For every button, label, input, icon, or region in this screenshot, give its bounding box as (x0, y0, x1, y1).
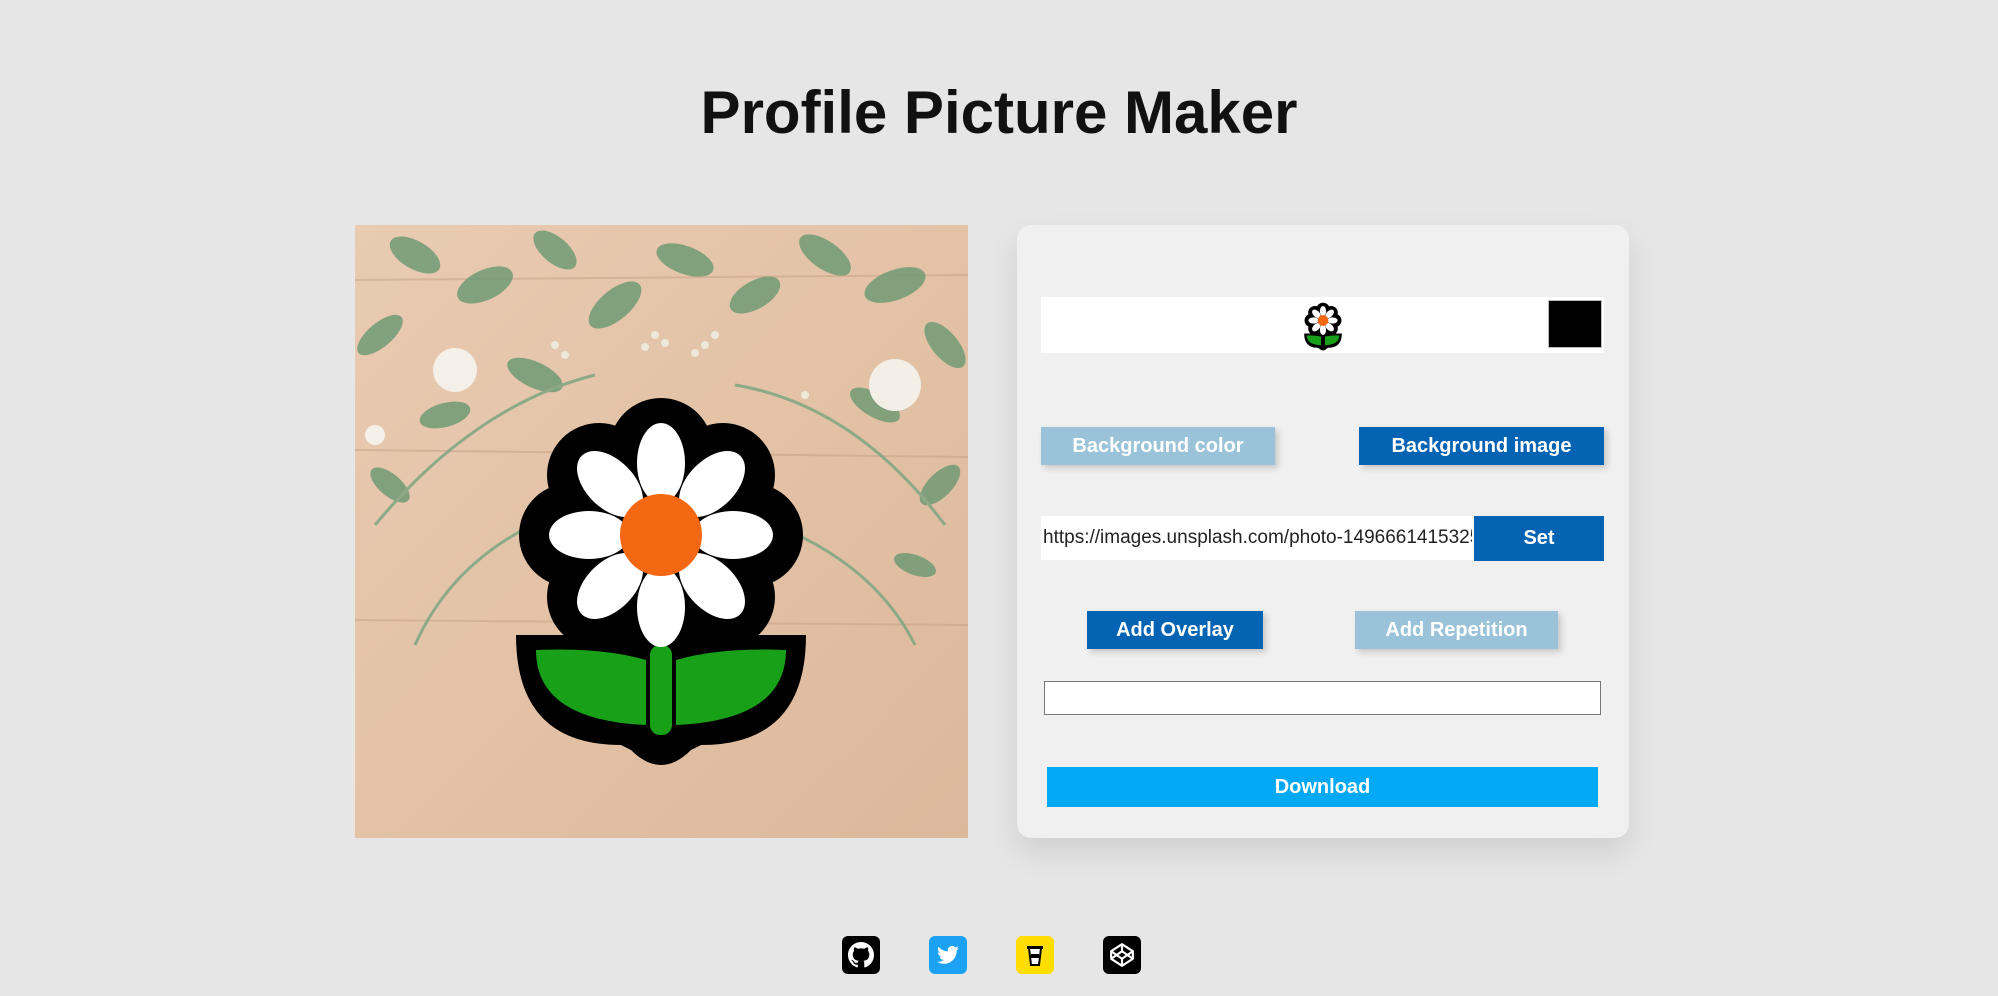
flower-emoji-overlay (516, 398, 806, 765)
emoji-picker-row (1041, 297, 1604, 353)
add-overlay-button[interactable]: Add Overlay (1087, 611, 1263, 649)
codepen-icon[interactable] (1103, 936, 1141, 974)
image-url-input[interactable] (1041, 516, 1474, 560)
background-image-button[interactable]: Background image (1359, 427, 1604, 465)
preview-canvas (355, 225, 968, 838)
github-icon[interactable] (842, 936, 880, 974)
background-color-button[interactable]: Background color (1041, 427, 1275, 465)
controls-panel: Background color Background image Set Ad… (1017, 225, 1629, 838)
coffee-icon[interactable] (1016, 936, 1054, 974)
profile-picture-preview (355, 225, 968, 838)
emoji-color-picker[interactable] (1548, 300, 1602, 348)
repetition-text-input[interactable] (1044, 681, 1601, 715)
set-image-button[interactable]: Set (1474, 516, 1604, 561)
twitter-icon[interactable] (929, 936, 967, 974)
page-title: Profile Picture Maker (700, 79, 1298, 146)
flower-emoji-icon[interactable] (1297, 301, 1349, 353)
add-repetition-button[interactable]: Add Repetition (1355, 611, 1558, 649)
social-links (0, 936, 1998, 976)
download-button[interactable]: Download (1047, 767, 1598, 807)
